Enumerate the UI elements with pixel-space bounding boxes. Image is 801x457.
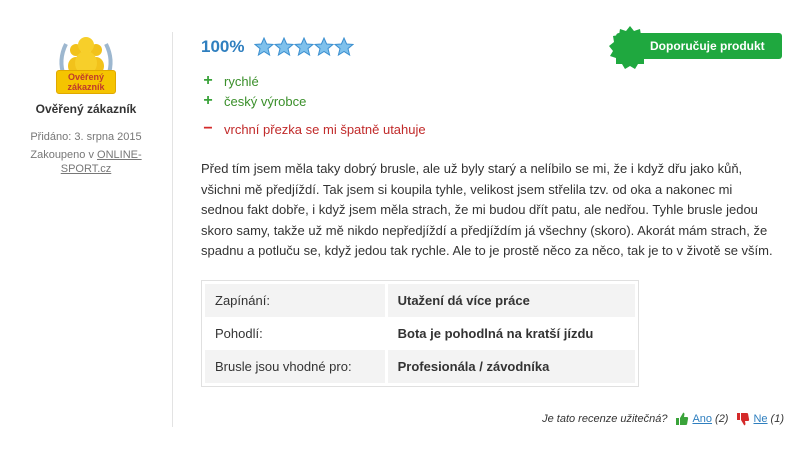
star-icon bbox=[334, 37, 355, 57]
verified-customer-badge: Ověřený zákazník bbox=[54, 30, 118, 94]
helpfulness-question: Je tato recenze užitečná? bbox=[542, 413, 668, 425]
pro-text: český výrobce bbox=[224, 93, 307, 109]
pro-item: + český výrobce bbox=[201, 91, 786, 111]
column-divider bbox=[172, 32, 173, 427]
plus-icon: + bbox=[203, 92, 213, 109]
con-item: − vrchní přezka se mi špatně utahuje bbox=[201, 119, 786, 139]
review-body: 100% Doporučuje produkt + rychlé + český v… bbox=[201, 26, 786, 387]
purchase-info: Zakoupeno v ONLINE- SPORT.cz bbox=[0, 148, 172, 176]
shop-link-line2: SPORT.cz bbox=[60, 163, 112, 175]
pros-list: + rychlé + český výrobce bbox=[201, 71, 786, 111]
param-label: Pohodlí: bbox=[215, 325, 263, 341]
param-label: Brusle jsou vhodné pro: bbox=[205, 349, 387, 383]
param-value: Utažení dá více práce bbox=[384, 283, 635, 317]
badge-line-2: zákazník bbox=[67, 82, 105, 92]
pro-item: + rychlé bbox=[201, 71, 786, 91]
reviewer-name: Ověřený zákazník bbox=[35, 102, 137, 116]
plus-icon: + bbox=[203, 72, 213, 89]
shop-link-line1: ONLINE- bbox=[97, 149, 142, 161]
parameters-table: Zapínání: Utažení dá více práce Pohodlí:… bbox=[201, 279, 639, 387]
con-text: vrchní přezka se mi špatně utahuje bbox=[224, 121, 426, 137]
vote-no-link[interactable]: Ne bbox=[753, 413, 767, 425]
recommend-text: Doporučuje produkt bbox=[650, 39, 765, 53]
review-text: Před tím jsem měla taky dobrý brusle, al… bbox=[201, 161, 773, 259]
param-label: Zapínání: bbox=[205, 283, 387, 317]
thumbs-down-icon[interactable] bbox=[736, 412, 750, 426]
vote-yes-link[interactable]: Ano bbox=[692, 413, 712, 425]
table-row: Brusle jsou vhodné pro: Profesionála / z… bbox=[205, 349, 635, 383]
recommends-product-badge: Doporučuje produkt bbox=[606, 24, 786, 72]
star-icon bbox=[274, 37, 295, 57]
table-row: Pohodlí: Bota je pohodlná na kratší jízd… bbox=[205, 316, 635, 350]
helpfulness-vote: Je tato recenze užitečná? Ano (2) Ne (1) bbox=[542, 412, 784, 426]
reviewer-panel: Ověřený zákazník Ověřený zákazník Přidán… bbox=[0, 30, 172, 176]
param-value: Bota je pohodlná na kratší jízdu bbox=[384, 316, 635, 350]
pro-text: rychlé bbox=[224, 73, 259, 89]
badge-label: Ověřený zákazník bbox=[56, 70, 116, 94]
badge-line-1: Ověřený bbox=[67, 72, 105, 82]
rating-percent: 100% bbox=[201, 37, 245, 56]
purchase-prefix: Zakoupeno v bbox=[30, 149, 98, 161]
thumbs-up-icon[interactable] bbox=[675, 412, 689, 426]
table-row: Zapínání: Utažení dá více práce bbox=[205, 283, 635, 317]
star-icon bbox=[314, 37, 335, 57]
star-icon bbox=[294, 37, 315, 57]
minus-icon: − bbox=[203, 120, 213, 137]
rating-stars bbox=[254, 37, 355, 57]
no-count: (1) bbox=[770, 413, 784, 425]
review-date: Přidáno: 3. srpna 2015 bbox=[30, 131, 142, 143]
yes-count: (2) bbox=[715, 413, 729, 425]
recommend-label: Doporučuje produkt bbox=[616, 33, 782, 59]
param-value: Profesionála / závodníka bbox=[384, 349, 635, 383]
star-icon bbox=[254, 37, 275, 57]
